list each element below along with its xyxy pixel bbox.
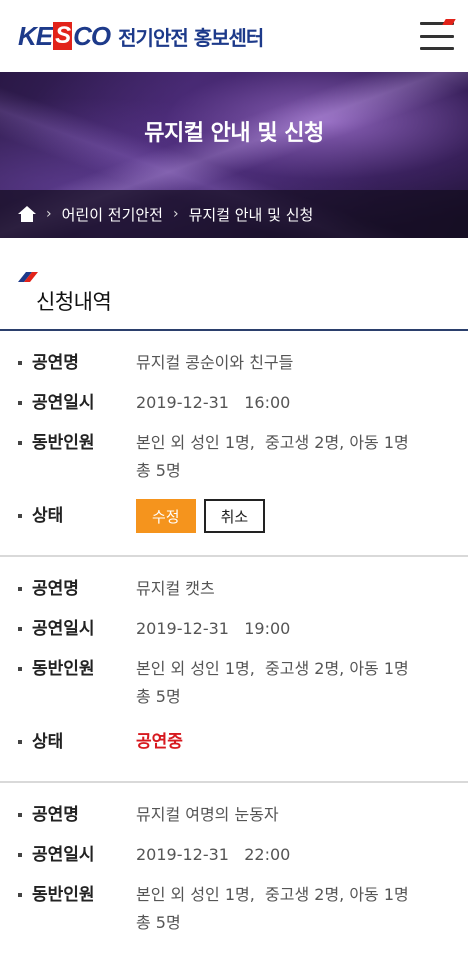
section-title: 신청내역 xyxy=(36,290,112,314)
entry-row-title: 공연명 뮤지컬 캣츠 xyxy=(18,575,450,603)
header: KE S CO 전기안전 홍보센터 xyxy=(0,0,468,72)
value-datetime: 2019-12-31 22:00 xyxy=(136,845,291,864)
value-companions: 본인 외 성인 1명, 중고생 2명, 아동 1명 총 5명 xyxy=(136,433,409,480)
entry-row-companions: 동반인원 본인 외 성인 1명, 중고생 2명, 아동 1명 총 5명 xyxy=(18,429,450,485)
label-companions: 동반인원 xyxy=(18,881,136,909)
home-icon[interactable] xyxy=(18,206,36,222)
logo-mark: KE S CO xyxy=(18,20,111,52)
section-header: 신청내역 xyxy=(0,238,468,331)
edit-button[interactable]: 수정 xyxy=(136,499,196,533)
kesco-logo[interactable]: KE S CO 전기안전 홍보센터 xyxy=(18,20,264,52)
logo-text: 전기안전 홍보센터 xyxy=(118,25,264,50)
value-datetime: 2019-12-31 16:00 xyxy=(136,393,291,412)
value-title: 뮤지컬 콩순이와 친구들 xyxy=(136,353,294,372)
application-entry: 공연명 뮤지컬 여명의 눈동자 공연일시 2019-12-31 22:00 동반… xyxy=(0,783,468,959)
application-entry: 공연명 뮤지컬 캣츠 공연일시 2019-12-31 19:00 동반인원 본인… xyxy=(0,557,468,783)
status-badge: 공연중 xyxy=(136,732,183,752)
value-datetime: 2019-12-31 19:00 xyxy=(136,619,291,638)
logo-mark-left: KE xyxy=(18,20,53,51)
entry-row-status: 상태 수정 취소 xyxy=(18,499,450,533)
page-title: 뮤지컬 안내 및 신청 xyxy=(144,121,324,146)
accent-slash-icon xyxy=(18,272,38,282)
label-status: 상태 xyxy=(18,499,136,533)
label-companions: 동반인원 xyxy=(18,429,136,457)
label-datetime: 공연일시 xyxy=(18,615,136,643)
chevron-right-icon: › xyxy=(172,206,179,222)
label-title: 공연명 xyxy=(18,801,136,829)
hamburger-menu-icon[interactable] xyxy=(420,22,454,50)
status-actions: 수정 취소 xyxy=(136,499,266,533)
value-companions: 본인 외 성인 1명, 중고생 2명, 아동 1명 총 5명 xyxy=(136,659,409,706)
breadcrumb-item-2[interactable]: 뮤지컬 안내 및 신청 xyxy=(189,204,314,225)
page-banner: 뮤지컬 안내 및 신청 › 어린이 전기안전 › 뮤지컬 안내 및 신청 xyxy=(0,72,468,238)
logo-mark-right: CO xyxy=(73,20,111,51)
entry-row-status: 상태 공연중 xyxy=(18,725,450,759)
value-companions: 본인 외 성인 1명, 중고생 2명, 아동 1명 총 5명 xyxy=(136,885,409,932)
entry-row-datetime: 공연일시 2019-12-31 22:00 xyxy=(18,841,450,869)
entry-row-companions: 동반인원 본인 외 성인 1명, 중고생 2명, 아동 1명 총 5명 xyxy=(18,881,450,937)
entry-row-datetime: 공연일시 2019-12-31 16:00 xyxy=(18,389,450,417)
label-title: 공연명 xyxy=(18,349,136,377)
entry-row-companions: 동반인원 본인 외 성인 1명, 중고생 2명, 아동 1명 총 5명 xyxy=(18,655,450,711)
breadcrumb: › 어린이 전기안전 › 뮤지컬 안내 및 신청 xyxy=(0,190,468,238)
label-status: 상태 xyxy=(18,725,136,759)
entry-row-datetime: 공연일시 2019-12-31 19:00 xyxy=(18,615,450,643)
label-datetime: 공연일시 xyxy=(18,841,136,869)
entry-row-title: 공연명 뮤지컬 여명의 눈동자 xyxy=(18,801,450,829)
chevron-right-icon: › xyxy=(46,206,52,222)
breadcrumb-item-1[interactable]: 어린이 전기안전 xyxy=(62,204,163,225)
label-datetime: 공연일시 xyxy=(18,389,136,417)
label-companions: 동반인원 xyxy=(18,655,136,683)
cancel-button[interactable]: 취소 xyxy=(203,499,266,533)
logo-mark-s: S xyxy=(53,22,73,50)
application-entry: 공연명 뮤지컬 콩순이와 친구들 공연일시 2019-12-31 16:00 동… xyxy=(0,331,468,557)
label-title: 공연명 xyxy=(18,575,136,603)
value-title: 뮤지컬 캣츠 xyxy=(136,579,215,598)
entry-row-title: 공연명 뮤지컬 콩순이와 친구들 xyxy=(18,349,450,377)
value-title: 뮤지컬 여명의 눈동자 xyxy=(136,805,279,824)
